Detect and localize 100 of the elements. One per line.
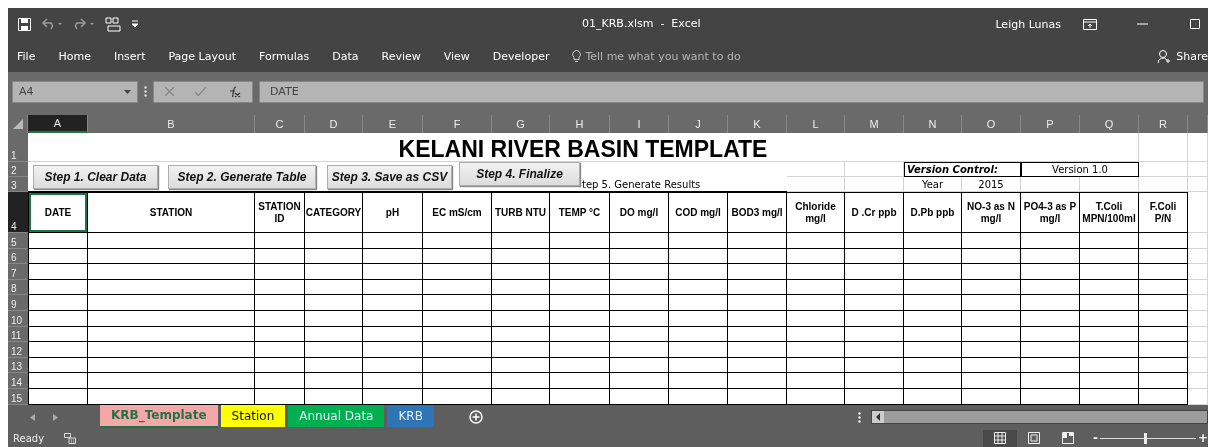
- empty-cell[interactable]: [669, 264, 728, 280]
- empty-cell[interactable]: [845, 233, 904, 249]
- empty-cell[interactable]: [1139, 264, 1188, 280]
- empty-cell[interactable]: [1080, 248, 1139, 265]
- row-header[interactable]: 2: [8, 162, 28, 177]
- empty-cell[interactable]: [962, 310, 1021, 327]
- empty-cell[interactable]: [962, 279, 1021, 296]
- empty-cell[interactable]: [255, 264, 305, 280]
- empty-cell[interactable]: [962, 342, 1021, 358]
- empty-cell[interactable]: [1139, 279, 1188, 296]
- empty-cell[interactable]: [423, 264, 492, 280]
- column-header[interactable]: D: [305, 115, 363, 133]
- formula-field[interactable]: DATE: [259, 80, 1204, 103]
- empty-cell[interactable]: [845, 373, 904, 389]
- empty-cell[interactable]: [363, 373, 423, 389]
- ribbon-tab[interactable]: File: [17, 49, 36, 63]
- empty-cell[interactable]: [305, 264, 363, 280]
- empty-cell[interactable]: [363, 264, 423, 280]
- empty-cell[interactable]: [962, 373, 1021, 389]
- macro-button[interactable]: Step 1. Clear Data: [33, 165, 158, 189]
- share-button[interactable]: Share: [1157, 48, 1208, 64]
- row-header[interactable]: 1: [8, 133, 28, 162]
- empty-cell[interactable]: [423, 295, 492, 311]
- empty-cell[interactable]: [904, 279, 962, 296]
- empty-cell[interactable]: [845, 248, 904, 265]
- empty-cell[interactable]: [492, 295, 550, 311]
- empty-cell[interactable]: [363, 342, 423, 358]
- empty-cell[interactable]: [1080, 264, 1139, 280]
- empty-cell[interactable]: [305, 279, 363, 296]
- empty-cell[interactable]: [255, 357, 305, 374]
- empty-cell[interactable]: [728, 326, 787, 343]
- column-header[interactable]: N: [904, 115, 962, 133]
- sheet-tab[interactable]: Station: [220, 404, 286, 427]
- row-header[interactable]: 5: [8, 233, 28, 249]
- row-header[interactable]: 9: [8, 295, 28, 311]
- empty-cell[interactable]: [1139, 233, 1188, 249]
- empty-cell[interactable]: [1139, 326, 1188, 343]
- ribbon-display-icon[interactable]: [1083, 18, 1097, 30]
- empty-cell[interactable]: [904, 357, 962, 374]
- empty-cell[interactable]: [904, 373, 962, 389]
- empty-cell[interactable]: [1080, 233, 1139, 249]
- empty-cell[interactable]: [904, 342, 962, 358]
- empty-cell[interactable]: [962, 388, 1021, 405]
- empty-cell[interactable]: [610, 373, 669, 389]
- empty-cell[interactable]: [610, 233, 669, 249]
- empty-cell[interactable]: [1021, 264, 1080, 280]
- ribbon-tab[interactable]: Formulas: [259, 49, 310, 63]
- user-name[interactable]: Leigh Lunas: [995, 17, 1061, 31]
- empty-cell[interactable]: [1021, 388, 1080, 405]
- empty-cell[interactable]: [904, 248, 962, 265]
- name-box[interactable]: A4: [12, 80, 138, 103]
- add-sheet-icon[interactable]: [468, 410, 483, 425]
- empty-cell[interactable]: [669, 373, 728, 389]
- empty-cell[interactable]: [305, 373, 363, 389]
- empty-cell[interactable]: [1080, 357, 1139, 374]
- empty-cell[interactable]: [88, 326, 255, 343]
- empty-cell[interactable]: [492, 326, 550, 343]
- column-heading-cell[interactable]: PO4-3 as P mg/l: [1021, 192, 1080, 233]
- column-heading-cell[interactable]: CATEGORY: [305, 192, 363, 233]
- empty-cell[interactable]: [610, 388, 669, 405]
- empty-cell[interactable]: [1021, 342, 1080, 358]
- form-icon[interactable]: [105, 16, 121, 32]
- row-header[interactable]: 3: [8, 177, 28, 192]
- empty-cell[interactable]: [423, 279, 492, 296]
- empty-cell[interactable]: [610, 295, 669, 311]
- empty-cell[interactable]: [845, 357, 904, 374]
- empty-cell[interactable]: [728, 264, 787, 280]
- column-header[interactable]: C: [255, 115, 305, 133]
- empty-cell[interactable]: [669, 279, 728, 296]
- empty-cell[interactable]: [492, 264, 550, 280]
- empty-cell[interactable]: [1021, 326, 1080, 343]
- empty-cell[interactable]: [88, 248, 255, 265]
- zoom-thumb[interactable]: [1144, 432, 1148, 444]
- empty-cell[interactable]: [1021, 295, 1080, 311]
- empty-cell[interactable]: [728, 248, 787, 265]
- column-header[interactable]: Q: [1080, 115, 1139, 133]
- zoom-out-button[interactable]: -: [1092, 431, 1098, 446]
- macro-button[interactable]: Step 4. Finalize: [459, 162, 580, 186]
- save-icon[interactable]: [18, 17, 31, 31]
- empty-cell[interactable]: [904, 388, 962, 405]
- column-heading-cell[interactable]: Chloride mg/l: [787, 192, 845, 233]
- column-heading-cell[interactable]: DO mg/l: [610, 192, 669, 233]
- empty-cell[interactable]: [423, 373, 492, 389]
- empty-cell[interactable]: [1021, 357, 1080, 374]
- empty-cell[interactable]: [363, 326, 423, 343]
- empty-cell[interactable]: [845, 388, 904, 405]
- empty-cell[interactable]: [88, 388, 255, 405]
- empty-cell[interactable]: [1139, 310, 1188, 327]
- column-heading-cell[interactable]: NO-3 as N mg/l: [962, 192, 1021, 233]
- empty-cell[interactable]: [845, 326, 904, 343]
- row-header[interactable]: 7: [8, 264, 28, 280]
- ribbon-tab[interactable]: Data: [332, 49, 359, 63]
- empty-cell[interactable]: [255, 248, 305, 265]
- empty-cell[interactable]: [610, 357, 669, 374]
- normal-view-icon[interactable]: [993, 432, 1006, 445]
- column-heading-cell[interactable]: F.Coli P/N: [1139, 192, 1188, 233]
- zoom-in-button[interactable]: +: [1197, 431, 1208, 446]
- empty-cell[interactable]: [550, 233, 610, 249]
- maximize-icon[interactable]: [1190, 19, 1200, 29]
- empty-cell[interactable]: [787, 248, 845, 265]
